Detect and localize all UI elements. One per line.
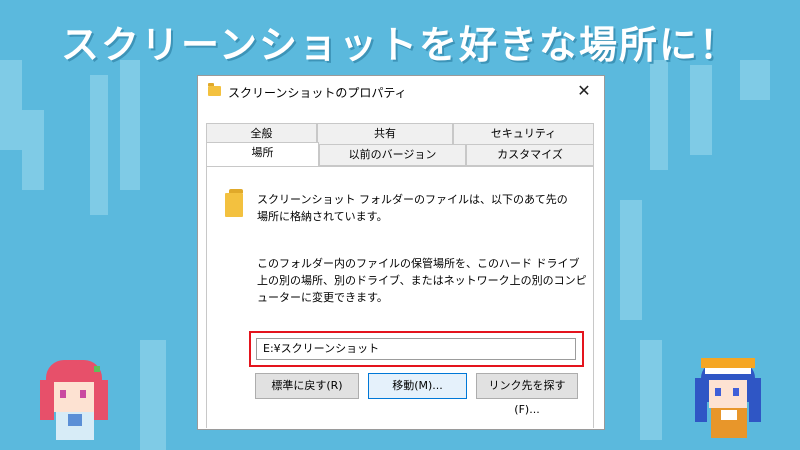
properties-dialog: スクリーンショットのプロパティ ✕ 全般 共有 セキュリティ 場所 以前のバージ…: [197, 75, 605, 430]
bg-decoration: [620, 200, 642, 320]
move-description: このフォルダー内のファイルの保管場所を、このハード ドライブ上の別の場所、別のド…: [257, 257, 587, 304]
bg-decoration: [640, 340, 662, 440]
close-button[interactable]: ✕: [572, 80, 596, 102]
bg-decoration: [650, 60, 668, 170]
headline: スクリーンショットを好きな場所に！: [60, 23, 740, 67]
close-icon: ✕: [577, 81, 591, 100]
window-title: スクリーンショットのプロパティ: [228, 86, 407, 100]
bg-decoration: [690, 65, 712, 155]
bg-decoration: [90, 75, 108, 215]
move-button[interactable]: 移動(M)...: [368, 373, 467, 399]
tab-security[interactable]: セキュリティ: [453, 123, 594, 145]
tab-location[interactable]: 場所: [206, 142, 319, 166]
path-input[interactable]: E:¥スクリーンショット: [256, 338, 576, 360]
tab-row-2: 場所 以前のバージョン カスタマイズ: [206, 142, 594, 166]
character-illustration-left: [40, 360, 110, 440]
tab-customize[interactable]: カスタマイズ: [466, 144, 594, 166]
tab-previous-versions[interactable]: 以前のバージョン: [319, 144, 466, 166]
button-row: 標準に戻す(R) 移動(M)... リンク先を探す(F)...: [255, 373, 578, 416]
bg-decoration: [120, 60, 140, 190]
title-bar: スクリーンショットのプロパティ ✕: [198, 76, 604, 108]
find-target-button[interactable]: リンク先を探す(F)...: [476, 373, 578, 416]
location-description: スクリーンショット フォルダーのファイルは、以下のあて先の場所に格納されています…: [257, 193, 568, 223]
character-illustration-right: [695, 358, 765, 438]
bg-decoration: [140, 340, 166, 450]
bg-decoration: [0, 60, 22, 150]
highlight-box: E:¥スクリーンショット: [249, 331, 584, 367]
restore-default-button[interactable]: 標準に戻す(R): [255, 373, 359, 399]
bg-decoration: [22, 110, 44, 190]
location-panel: スクリーンショット フォルダーのファイルは、以下のあて先の場所に格納されています…: [206, 166, 594, 428]
folder-icon: [208, 83, 221, 96]
tab-sharing[interactable]: 共有: [317, 123, 453, 145]
folder-icon: [225, 189, 243, 217]
